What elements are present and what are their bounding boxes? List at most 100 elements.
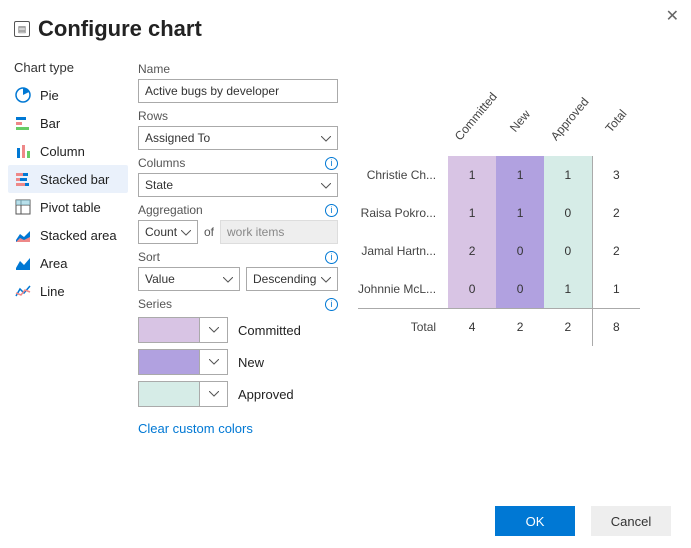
series-color-picker[interactable] xyxy=(138,317,228,343)
chevron-down-icon xyxy=(321,178,331,192)
chart-type-stacked-area[interactable]: Stacked area xyxy=(8,221,128,249)
cell: 2 xyxy=(592,232,640,270)
columns-value: State xyxy=(145,178,173,192)
chevron-down-icon xyxy=(321,131,331,145)
cell: 2 xyxy=(448,232,496,270)
chart-type-stacked-bar[interactable]: Stacked bar xyxy=(8,165,128,193)
rows-select[interactable]: Assigned To xyxy=(138,126,338,150)
column-icon xyxy=(14,142,32,160)
info-icon[interactable]: i xyxy=(325,251,338,264)
row-header: Jamal Hartn... xyxy=(358,232,448,270)
line-icon xyxy=(14,282,32,300)
total-cell: 4 xyxy=(448,308,496,346)
aggregation-select[interactable]: Count xyxy=(138,220,198,244)
cell: 1 xyxy=(448,194,496,232)
total-row: Total4228 xyxy=(358,308,640,346)
total-cell: 2 xyxy=(496,308,544,346)
columns-select[interactable]: State xyxy=(138,173,338,197)
chart-type-label: Area xyxy=(40,256,67,271)
column-header: New xyxy=(496,86,544,156)
clear-custom-colors-link[interactable]: Clear custom colors xyxy=(138,421,253,436)
area-icon xyxy=(14,254,32,272)
cell: 3 xyxy=(592,156,640,194)
chevron-down-icon xyxy=(199,350,227,374)
series-name: New xyxy=(238,355,264,370)
chart-type-header: Chart type xyxy=(8,56,128,81)
chart-type-pie[interactable]: Pie xyxy=(8,81,128,109)
table-row: Jamal Hartn...2002 xyxy=(358,232,640,270)
config-form: Name Active bugs by developer Rows Assig… xyxy=(138,56,338,436)
info-icon[interactable]: i xyxy=(325,204,338,217)
work-items-box: work items xyxy=(220,220,338,244)
chart-type-label: Column xyxy=(40,144,85,159)
aggregation-value: Count xyxy=(145,225,177,239)
sort-label: Sort i xyxy=(138,250,338,264)
sort-field-value: Value xyxy=(145,272,175,286)
color-swatch xyxy=(139,318,199,342)
column-header: Approved xyxy=(544,86,592,156)
close-button[interactable]: ✕ xyxy=(666,6,679,26)
color-swatch xyxy=(139,350,199,374)
chart-type-column[interactable]: Column xyxy=(8,137,128,165)
aggregation-label: Aggregation i xyxy=(138,203,338,217)
cell: 0 xyxy=(448,270,496,308)
chart-type-label: Pivot table xyxy=(40,200,101,215)
pivot-table-icon xyxy=(14,198,32,216)
chevron-down-icon xyxy=(199,318,227,342)
sort-dir-select[interactable]: Descending xyxy=(246,267,338,291)
color-swatch xyxy=(139,382,199,406)
chevron-down-icon xyxy=(321,272,331,286)
row-header: Raisa Pokro... xyxy=(358,194,448,232)
cell: 1 xyxy=(448,156,496,194)
pie-icon xyxy=(14,86,32,104)
sort-field-select[interactable]: Value xyxy=(138,267,240,291)
series-color-picker[interactable] xyxy=(138,349,228,375)
series-color-picker[interactable] xyxy=(138,381,228,407)
chart-type-bar[interactable]: Bar xyxy=(8,109,128,137)
cell: 1 xyxy=(592,270,640,308)
cell: 2 xyxy=(592,194,640,232)
ok-button[interactable]: OK xyxy=(495,506,575,536)
series-row: New xyxy=(138,349,338,375)
name-input[interactable]: Active bugs by developer xyxy=(138,79,338,103)
chart-type-label: Stacked bar xyxy=(40,172,109,187)
table-row: Johnnie McL...0011 xyxy=(358,270,640,308)
chart-type-line[interactable]: Line xyxy=(8,277,128,305)
cell: 0 xyxy=(496,270,544,308)
chart-type-label: Line xyxy=(40,284,65,299)
row-header: Johnnie McL... xyxy=(358,270,448,308)
series-label: Series i xyxy=(138,297,338,311)
series-name: Committed xyxy=(238,323,301,338)
cell: 0 xyxy=(496,232,544,270)
columns-label: Columns i xyxy=(138,156,338,170)
stacked-area-icon xyxy=(14,226,32,244)
chart-type-pivot-table[interactable]: Pivot table xyxy=(8,193,128,221)
name-label: Name xyxy=(138,62,338,76)
pivot-preview-table: CommittedNewApprovedTotalChristie Ch...1… xyxy=(358,86,640,346)
info-icon[interactable]: i xyxy=(325,298,338,311)
chart-type-area[interactable]: Area xyxy=(8,249,128,277)
cell: 0 xyxy=(544,194,592,232)
rows-label: Rows xyxy=(138,109,338,123)
table-row: Raisa Pokro...1102 xyxy=(358,194,640,232)
chevron-down-icon xyxy=(181,225,191,239)
bar-icon xyxy=(14,114,32,132)
of-label: of xyxy=(204,225,214,239)
row-header: Christie Ch... xyxy=(358,156,448,194)
info-icon[interactable]: i xyxy=(325,157,338,170)
chart-config-icon: ▤ xyxy=(14,21,30,37)
chart-type-list: Chart type Pie Bar Column Stacked bar Pivot … xyxy=(8,56,128,436)
cell: 1 xyxy=(496,194,544,232)
cell: 1 xyxy=(496,156,544,194)
chart-type-label: Bar xyxy=(40,116,60,131)
dialog-footer: OK Cancel xyxy=(495,506,671,536)
rows-value: Assigned To xyxy=(145,131,210,145)
chart-preview: CommittedNewApprovedTotalChristie Ch...1… xyxy=(348,56,677,436)
series-name: Approved xyxy=(238,387,294,402)
chart-type-label: Pie xyxy=(40,88,59,103)
series-row: Approved xyxy=(138,381,338,407)
cancel-button[interactable]: Cancel xyxy=(591,506,671,536)
series-row: Committed xyxy=(138,317,338,343)
chevron-down-icon xyxy=(223,272,233,286)
chevron-down-icon xyxy=(199,382,227,406)
